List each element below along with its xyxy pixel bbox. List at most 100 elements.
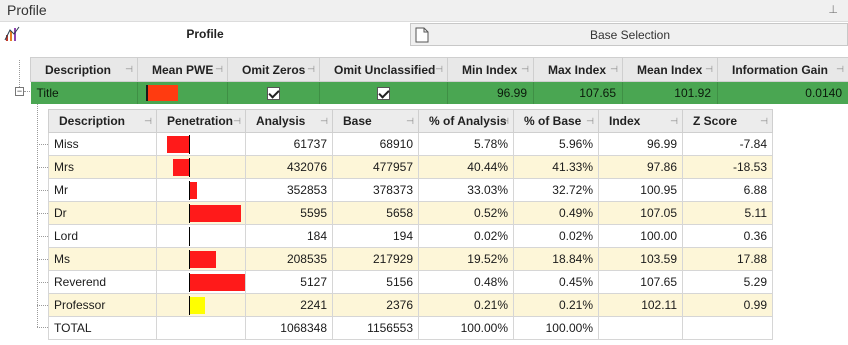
cell-pct-analysis: 33.03% (418, 178, 514, 202)
penetration-bar (190, 297, 206, 314)
pin-icon[interactable]: ⊥ (828, 3, 838, 16)
cell-z-score: 0.99 (682, 293, 773, 317)
category-detail-grid: Description ⊣ Penetration ⊣ Analysis ⊣ Base… (48, 109, 773, 340)
table-row[interactable]: Mr 352853 378373 33.03% 32.72% 100.95 6.… (48, 178, 773, 202)
cell-penetration (156, 293, 246, 317)
pin-icon[interactable]: ⊣ (320, 116, 328, 127)
pin-icon[interactable]: ⊣ (125, 64, 133, 75)
cell-pct-base: 41.33% (513, 155, 599, 179)
cell-pct-analysis: 100.00% (418, 316, 514, 340)
pin-icon[interactable]: ⊣ (521, 64, 529, 75)
table-row[interactable]: Reverend 5127 5156 0.48% 0.45% 107.65 5.… (48, 270, 773, 294)
cell-base: 194 (332, 224, 419, 248)
cell-index: 100.00 (598, 224, 683, 248)
pin-icon[interactable]: ⊣ (760, 116, 768, 127)
cell-analysis: 2241 (245, 293, 333, 317)
column-header-pct-analysis[interactable]: % of Analysis ⊣ (418, 109, 514, 133)
tab-profile[interactable]: Profile (0, 22, 410, 46)
pin-icon[interactable]: ⊣ (406, 116, 414, 127)
cell-description: Title (30, 81, 138, 104)
cell-penetration (156, 201, 246, 225)
cell-description: Reverend (48, 270, 157, 294)
pin-icon[interactable]: ⊣ (705, 64, 713, 75)
variable-summary-grid: Description ⊣ Mean PWE ⊣ Omit Zeros ⊣ Omit … (30, 57, 848, 104)
cell-base: 217929 (332, 247, 419, 271)
cell-mean-pwe (137, 81, 228, 104)
window-titlebar: Profile ⊥ (0, 0, 848, 22)
cell-description: Miss (48, 132, 157, 156)
pin-icon[interactable]: ⊣ (501, 116, 509, 127)
cell-z-score: 6.88 (682, 178, 773, 202)
column-header-base[interactable]: Base ⊣ (332, 109, 419, 133)
cell-analysis: 1068348 (245, 316, 333, 340)
pin-icon[interactable]: ⊣ (586, 116, 594, 127)
cell-analysis: 5595 (245, 201, 333, 225)
column-header-omit-unclassified[interactable]: Omit Unclassified ⊣ (319, 57, 448, 82)
pin-icon[interactable]: ⊣ (435, 64, 443, 75)
tree-guide-line (37, 327, 48, 328)
cell-index: 107.65 (598, 270, 683, 294)
column-header-mean-pwe[interactable]: Mean PWE ⊣ (137, 57, 228, 82)
mean-pwe-bar (146, 85, 178, 101)
pin-icon[interactable]: ⊣ (836, 64, 844, 75)
tree-guide-line (37, 190, 48, 191)
column-header-mean-index[interactable]: Mean Index ⊣ (622, 57, 718, 82)
cell-analysis: 208535 (245, 247, 333, 271)
cell-index (598, 316, 683, 340)
omit-unclassified-checkbox[interactable] (377, 86, 390, 100)
column-header-description[interactable]: Description ⊣ (48, 109, 157, 133)
cell-penetration (156, 224, 246, 248)
pin-icon[interactable]: ⊣ (670, 116, 678, 127)
penetration-axis (189, 227, 190, 246)
penetration-bar (173, 159, 189, 176)
table-row[interactable]: Mrs 432076 477957 40.44% 41.33% 97.86 -1… (48, 155, 773, 179)
pin-icon[interactable]: ⊣ (144, 116, 152, 127)
table-row-total[interactable]: TOTAL 1068348 1156553 100.00% 100.00% (48, 316, 773, 340)
cell-z-score: -18.53 (682, 155, 773, 179)
cell-pct-base: 0.21% (513, 293, 599, 317)
cell-base: 477957 (332, 155, 419, 179)
pin-icon[interactable]: ⊣ (610, 64, 618, 75)
column-header-max-index[interactable]: Max Index ⊣ (533, 57, 623, 82)
column-header-pct-base[interactable]: % of Base ⊣ (513, 109, 599, 133)
column-header-analysis[interactable]: Analysis ⊣ (245, 109, 333, 133)
table-row[interactable]: Miss 61737 68910 5.78% 5.96% 96.99 -7.84 (48, 132, 773, 156)
collapse-toggle[interactable]: − (15, 87, 24, 96)
tree-guide-line (37, 144, 48, 145)
column-header-information-gain[interactable]: Information Gain ⊣ (717, 57, 848, 82)
column-header-min-index[interactable]: Min Index ⊣ (447, 57, 534, 82)
column-header-description[interactable]: Description ⊣ (30, 57, 138, 82)
column-header-penetration[interactable]: Penetration ⊣ (156, 109, 246, 133)
cell-penetration (156, 178, 246, 202)
table-row[interactable]: Dr 5595 5658 0.52% 0.49% 107.05 5.11 (48, 201, 773, 225)
cell-index: 96.99 (598, 132, 683, 156)
cell-z-score: -7.84 (682, 132, 773, 156)
cell-analysis: 352853 (245, 178, 333, 202)
cell-mean-index: 101.92 (622, 81, 718, 104)
cell-base: 1156553 (332, 316, 419, 340)
cell-index: 107.05 (598, 201, 683, 225)
column-header-omit-zeros[interactable]: Omit Zeros ⊣ (227, 57, 320, 82)
pin-icon[interactable]: ⊣ (215, 64, 223, 75)
window-title: Profile (7, 2, 47, 18)
cell-penetration (156, 155, 246, 179)
pin-icon[interactable]: ⊣ (233, 116, 241, 127)
table-row[interactable]: Professor 2241 2376 0.21% 0.21% 102.11 0… (48, 293, 773, 317)
pin-icon[interactable]: ⊣ (307, 64, 315, 75)
table-row[interactable]: Lord 184 194 0.02% 0.02% 100.00 0.36 (48, 224, 773, 248)
tab-base-selection[interactable]: Base Selection (410, 23, 848, 46)
tree-guide-line (37, 236, 48, 237)
cell-index: 100.95 (598, 178, 683, 202)
cell-pct-base: 100.00% (513, 316, 599, 340)
tree-guide-line (37, 305, 48, 306)
column-header-index[interactable]: Index ⊣ (598, 109, 683, 133)
table-row[interactable]: Ms 208535 217929 19.52% 18.84% 103.59 17… (48, 247, 773, 271)
table-row-selected[interactable]: Title 96.99 107.65 101.92 0.0140 (30, 81, 848, 104)
cell-pct-base: 5.96% (513, 132, 599, 156)
cell-information-gain: 0.0140 (717, 81, 848, 104)
omit-zeros-checkbox[interactable] (267, 86, 280, 100)
cell-penetration (156, 316, 246, 340)
column-header-z-score[interactable]: Z Score ⊣ (682, 109, 773, 133)
cell-description: Ms (48, 247, 157, 271)
cell-description: TOTAL (48, 316, 157, 340)
